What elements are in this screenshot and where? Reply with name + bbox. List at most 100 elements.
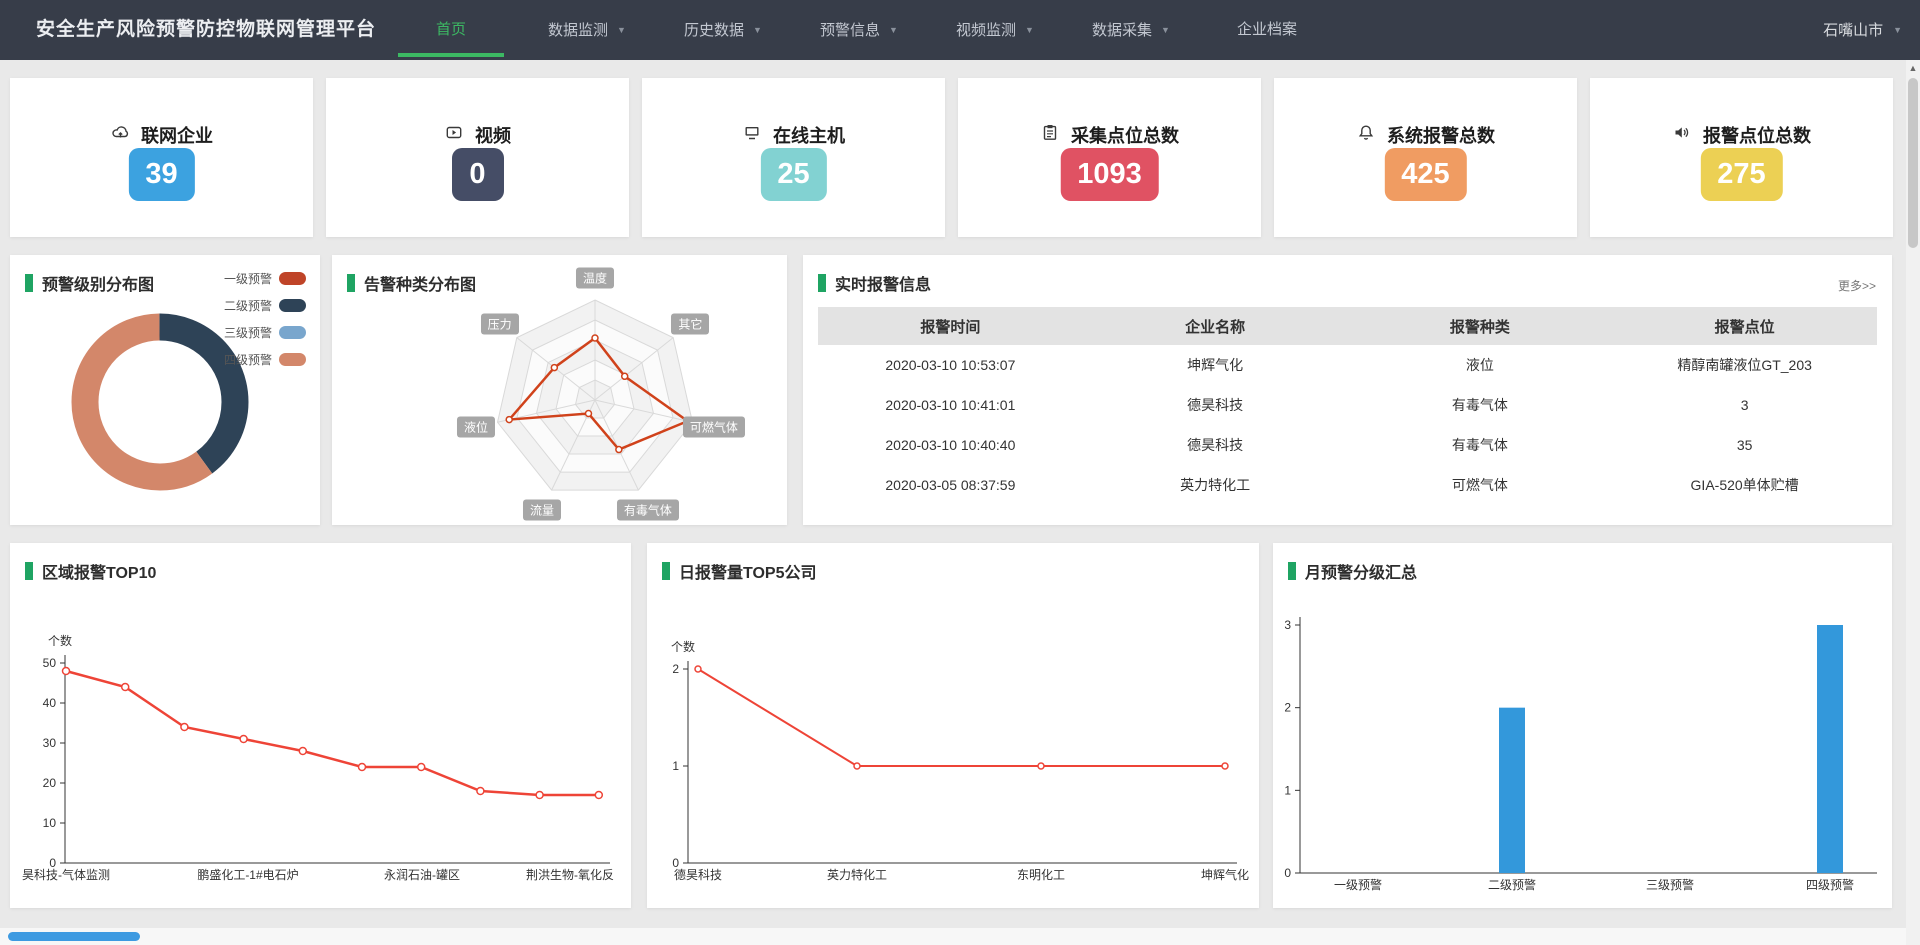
- region-label: 石嘴山市: [1823, 22, 1883, 39]
- table-row[interactable]: 2020-03-05 08:37:59英力特化工可燃气体GIA-520单体贮槽: [818, 465, 1877, 505]
- panel-title: 日报警量TOP5公司: [662, 559, 817, 583]
- horizontal-scrollbar[interactable]: [0, 928, 1906, 945]
- alarm-cell: 3: [1612, 397, 1877, 413]
- nav-item-1[interactable]: 数据监测 ▼: [534, 0, 640, 60]
- table-row[interactable]: 2020-03-10 10:41:01德昊科技有毒气体3: [818, 385, 1877, 425]
- title-marker: [662, 562, 670, 580]
- svg-text:10: 10: [43, 816, 57, 830]
- svg-text:坤辉气化: 坤辉气化: [1201, 867, 1249, 882]
- nav-item-label: 企业档案: [1237, 21, 1297, 38]
- chevron-down-icon: ▼: [617, 25, 626, 35]
- svg-text:二级预警: 二级预警: [1488, 877, 1536, 892]
- svg-text:50: 50: [43, 656, 57, 670]
- nav-item-label: 数据监测: [548, 22, 608, 39]
- stat-card-alarm-points-total: 报警点位总数275: [1590, 78, 1893, 237]
- legend-item: 三级预警: [224, 324, 306, 341]
- svg-text:40: 40: [43, 696, 57, 710]
- stat-label: 视频: [475, 122, 511, 148]
- radar-axis-label: 可燃气体: [683, 417, 745, 438]
- main-menu: 首页数据监测▼历史数据▼预警信息▼视频监测▼数据采集▼企业档案: [398, 0, 1320, 60]
- svg-text:荆洪生物-氧化反: 荆洪生物-氧化反: [526, 868, 614, 882]
- more-link[interactable]: 更多>>: [1838, 277, 1876, 294]
- alarm-cell: 2020-03-10 10:40:40: [818, 437, 1083, 453]
- top-navbar: 安全生产风险预警防控物联网管理平台 首页数据监测▼历史数据▼预警信息▼视频监测▼…: [0, 0, 1920, 60]
- alarm-cell: 2020-03-05 08:37:59: [818, 477, 1083, 493]
- svg-text:一级预警: 一级预警: [1334, 877, 1382, 892]
- nav-item-2[interactable]: 历史数据▼: [670, 0, 776, 60]
- panel-daily-alarm-top5: 日报警量TOP5公司 个数012德昊科技英力特化工东明化工坤辉气化: [647, 543, 1259, 908]
- radar-axis-label: 其它: [671, 313, 709, 334]
- chevron-down-icon: ▼: [1161, 25, 1170, 35]
- title-marker: [1288, 562, 1296, 580]
- svg-text:2: 2: [1284, 701, 1291, 715]
- panel-title-text: 区域报警TOP10: [42, 559, 156, 583]
- chevron-down-icon: ▼: [1025, 25, 1034, 35]
- legend-label: 一级预警: [224, 270, 272, 287]
- scroll-up-icon[interactable]: ▲: [1906, 60, 1920, 76]
- table-row[interactable]: 2020-03-10 10:40:40德昊科技有毒气体35: [818, 425, 1877, 465]
- alarm-column-header: 报警点位: [1612, 316, 1877, 337]
- panel-title: 区域报警TOP10: [25, 559, 156, 583]
- nav-item-5[interactable]: 数据采集▼: [1078, 0, 1184, 60]
- svg-text:3: 3: [1284, 618, 1291, 632]
- stat-label: 联网企业: [141, 122, 213, 148]
- title-marker: [25, 274, 33, 292]
- alarm-type-radar-chart: [332, 255, 787, 525]
- chevron-down-icon: ▼: [1893, 25, 1902, 35]
- chevron-down-icon: ▼: [753, 25, 762, 35]
- radar-axis-label: 压力: [481, 313, 519, 334]
- alarm-cell: 英力特化工: [1083, 475, 1348, 495]
- nav-item-3[interactable]: 预警信息▼: [806, 0, 912, 60]
- region-selector[interactable]: 石嘴山市 ▼: [1823, 0, 1902, 61]
- stat-card-online-hosts: 在线主机25: [642, 78, 945, 237]
- svg-text:个数: 个数: [48, 633, 72, 648]
- panel-title-text: 实时报警信息: [835, 271, 931, 295]
- chevron-down-icon: ▼: [889, 25, 898, 35]
- daily-top5-line-chart: 个数012德昊科技英力特化工东明化工坤辉气化: [647, 543, 1259, 908]
- radar-axis-label: 液位: [457, 417, 495, 438]
- alarm-cell: 坤辉气化: [1083, 355, 1348, 375]
- stat-label: 系统报警总数: [1387, 122, 1495, 148]
- radar-axis-label: 温度: [576, 268, 614, 289]
- panel-title-text: 告警种类分布图: [364, 271, 476, 295]
- alarm-cell: 35: [1612, 437, 1877, 453]
- panel-alarm-type-distribution: 告警种类分布图 温度其它可燃气体有毒气体流量液位压力: [332, 255, 787, 525]
- vertical-scrollbar-thumb[interactable]: [1908, 78, 1918, 248]
- nav-item-6[interactable]: 企业档案: [1214, 0, 1320, 60]
- svg-text:2: 2: [672, 662, 679, 676]
- alarm-table-body: 2020-03-10 10:53:07坤辉气化液位精醇南罐液位GT_203202…: [818, 345, 1877, 505]
- stat-card-system-alarms-total: 系统报警总数425: [1274, 78, 1577, 237]
- svg-text:20: 20: [43, 776, 57, 790]
- table-row[interactable]: 2020-03-10 10:53:07坤辉气化液位精醇南罐液位GT_203: [818, 345, 1877, 385]
- stat-value-badge: 425: [1384, 148, 1466, 201]
- nav-item-4[interactable]: 视频监测▼: [942, 0, 1048, 60]
- svg-text:英力特化工: 英力特化工: [827, 867, 887, 882]
- legend-label: 四级预警: [224, 351, 272, 368]
- panel-title-text: 月预警分级汇总: [1305, 559, 1417, 583]
- horizontal-scrollbar-thumb[interactable]: [8, 932, 140, 941]
- stat-value-badge: 0: [452, 148, 504, 201]
- legend-swatch: [279, 353, 306, 366]
- legend-item: 四级预警: [224, 351, 306, 368]
- host-icon: [742, 123, 762, 147]
- panel-title-text: 日报警量TOP5公司: [679, 559, 817, 583]
- stat-card-head: 视频: [326, 122, 629, 148]
- speaker-icon: [1672, 123, 1692, 147]
- legend-label: 二级预警: [224, 297, 272, 314]
- stat-card-head: 采集点位总数: [958, 122, 1261, 148]
- cloud-icon: [110, 123, 130, 147]
- alarm-cell: GIA-520单体贮槽: [1612, 475, 1877, 495]
- app-title: 安全生产风险预警防控物联网管理平台: [36, 0, 376, 60]
- panel-warning-level-distribution: 预警级别分布图 一级预警二级预警三级预警四级预警: [10, 255, 320, 525]
- nav-item-home[interactable]: 首页: [398, 0, 504, 60]
- svg-text:东明化工: 东明化工: [1017, 868, 1065, 882]
- panel-title: 告警种类分布图: [347, 271, 476, 295]
- alarm-cell: 精醇南罐液位GT_203: [1612, 355, 1877, 375]
- vertical-scrollbar[interactable]: ▲: [1906, 60, 1920, 928]
- stat-value-badge: 25: [760, 148, 826, 201]
- panel-title-text: 预警级别分布图: [42, 271, 154, 295]
- svg-text:0: 0: [1284, 866, 1291, 880]
- svg-text:鹏盛化工-1#电石炉: 鹏盛化工-1#电石炉: [197, 867, 298, 882]
- alarm-column-header: 报警时间: [818, 316, 1083, 337]
- panel-region-alarm-top10: 区域报警TOP10 个数01020304050昊科技-气体监测鹏盛化工-1#电石…: [10, 543, 631, 908]
